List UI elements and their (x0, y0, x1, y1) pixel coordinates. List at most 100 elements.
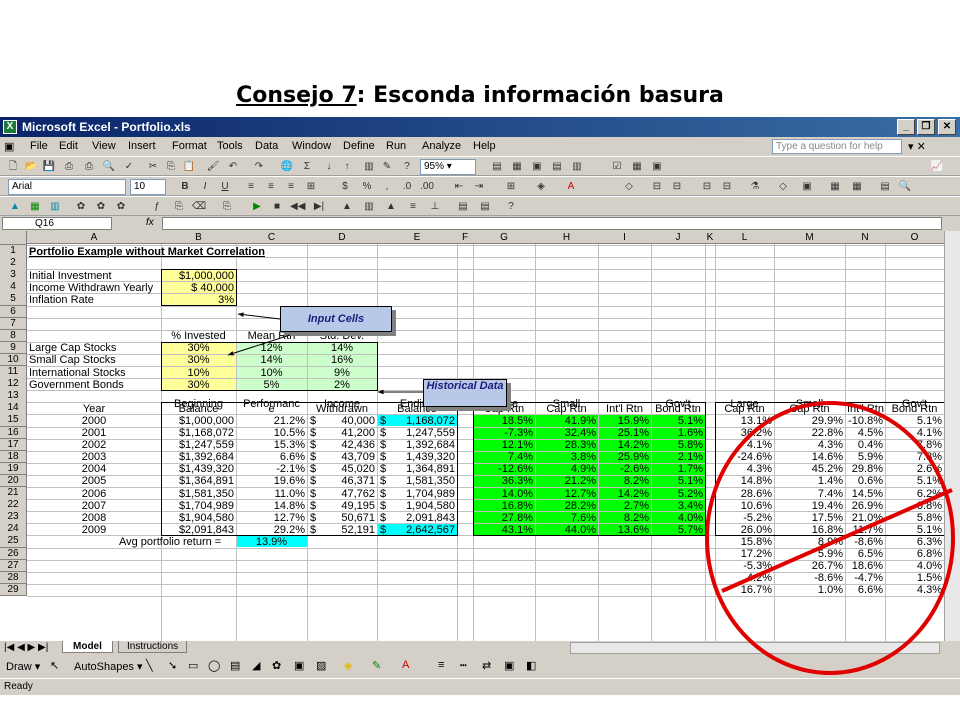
data-cell[interactable]: -12.6% (475, 463, 533, 475)
data-cell[interactable]: 21.0% (847, 512, 883, 524)
toolbar-icon-h[interactable]: 📈 (930, 160, 944, 173)
data-cell[interactable]: 10.6% (717, 500, 772, 512)
data-cell[interactable]: 29.8% (847, 463, 883, 475)
data-cell[interactable]: 14.5% (847, 488, 883, 500)
data-cell[interactable]: 25.1% (600, 427, 649, 439)
clipart-icon[interactable]: ▣ (294, 659, 304, 672)
name-box[interactable]: Q16 (2, 217, 112, 230)
data-cell[interactable]: 19.6% (238, 475, 305, 487)
data-cell[interactable]: 1,364,891 (379, 463, 455, 475)
data-cell[interactable]: 36.2% (717, 427, 772, 439)
menu-format[interactable]: Format (172, 140, 207, 152)
row-header-21[interactable]: 21 (0, 487, 27, 500)
font-size-select[interactable]: 10 (130, 179, 166, 195)
data-cell[interactable]: 41.9% (537, 415, 596, 427)
data-cell[interactable]: 2,642,567 (379, 524, 455, 536)
data-cell[interactable]: 49,195 (309, 500, 375, 512)
toolbar-icon-u[interactable]: ⎘ (220, 200, 234, 213)
row-header-23[interactable]: 23 (0, 511, 27, 524)
input-label[interactable]: Initial Investment (29, 270, 159, 282)
row-header-24[interactable]: 24 (0, 523, 27, 536)
row-header-1[interactable]: 1 (0, 245, 27, 258)
row-header-6[interactable]: 6 (0, 305, 27, 319)
data-cell[interactable]: 2006 (29, 488, 159, 500)
data-cell[interactable]: 2002 (29, 439, 159, 451)
column-header-j[interactable]: J (651, 231, 706, 244)
data-cell[interactable]: $1,247,559 (163, 439, 234, 451)
font-name-select[interactable]: Arial (8, 179, 126, 195)
avg-return-label[interactable]: Avg portfolio return = (119, 536, 345, 548)
column-header-h[interactable]: H (535, 231, 599, 244)
extra-data-cell[interactable]: 6.8% (887, 548, 942, 560)
font-color-icon[interactable]: A (564, 180, 578, 193)
doc-icon[interactable]: ▣ (4, 140, 14, 153)
data-cell[interactable]: 5.1% (653, 415, 703, 427)
column-header-g[interactable]: G (473, 231, 536, 244)
data-cell[interactable]: $2,091,843 (163, 524, 234, 536)
underline-icon[interactable]: U (218, 180, 232, 193)
column-header-i[interactable]: I (598, 231, 652, 244)
data-cell[interactable]: 2000 (29, 415, 159, 427)
dash-style-icon[interactable]: ┅ (460, 659, 467, 672)
data-cell[interactable]: 41,200 (309, 427, 375, 439)
data-cell[interactable]: 47,762 (309, 488, 375, 500)
data-cell[interactable]: 1.4% (776, 475, 843, 487)
hist-value[interactable]: 30% (163, 354, 234, 366)
data-cell[interactable]: 2005 (29, 475, 159, 487)
data-cell[interactable]: 6.2% (887, 488, 942, 500)
data-cell[interactable]: $1,000,000 (163, 415, 234, 427)
data-cell[interactable]: 27.8% (475, 512, 533, 524)
data-cell[interactable]: 2007 (29, 500, 159, 512)
oval-icon[interactable]: ◯ (208, 659, 220, 672)
rectangle-icon[interactable]: ▭ (188, 659, 198, 672)
row-header-4[interactable]: 4 (0, 281, 27, 294)
column-header-o[interactable]: O (885, 231, 945, 244)
data-cell[interactable]: 17.5% (776, 512, 843, 524)
data-cell[interactable]: 50,671 (309, 512, 375, 524)
data-cell[interactable]: 42,436 (309, 439, 375, 451)
extract-icon[interactable]: ▤ (478, 200, 492, 213)
data-cell[interactable]: 5.8% (887, 512, 942, 524)
line-style-icon[interactable]: ≡ (438, 659, 444, 671)
data-cell[interactable]: 1,581,350 (379, 475, 455, 487)
data-cell[interactable]: 3.4% (653, 500, 703, 512)
row-header-25[interactable]: 25 (0, 535, 27, 548)
data-cell[interactable]: 29.2% (238, 524, 305, 536)
data-cell[interactable]: 19.4% (776, 500, 843, 512)
data-cell[interactable]: 14.2% (600, 439, 649, 451)
header-c-line2[interactable]: e (238, 403, 305, 415)
menu-tools[interactable]: Tools (217, 140, 243, 152)
data-cell[interactable]: 5.8% (653, 439, 703, 451)
header-m-line2[interactable]: Cap Rtn (776, 403, 843, 415)
hyperlink-icon[interactable]: 🌐 (280, 160, 294, 173)
data-cell[interactable]: 1,439,320 (379, 451, 455, 463)
run-icon[interactable]: ▶ (250, 200, 264, 213)
toolbar-icon-r[interactable]: ▦ (850, 180, 864, 193)
line-icon[interactable]: ╲ (146, 659, 153, 672)
wordart-icon[interactable]: ◢ (252, 659, 260, 672)
row-header-3[interactable]: 3 (0, 269, 27, 282)
data-cell[interactable]: 32.4% (537, 427, 596, 439)
row-header-11[interactable]: 11 (0, 366, 27, 379)
data-cell[interactable]: 14.2% (600, 488, 649, 500)
cut-icon[interactable]: ✂ (146, 160, 160, 173)
column-header-e[interactable]: E (377, 231, 458, 244)
data-cell[interactable]: 1,904,580 (379, 500, 455, 512)
header-o-line2[interactable]: Bond Rtn (887, 403, 942, 415)
toolbar-icon-d[interactable]: ▥ (570, 160, 584, 173)
menu-view[interactable]: View (92, 140, 116, 152)
vertical-scrollbar[interactable] (944, 231, 960, 641)
sort-asc-icon[interactable]: ↓ (322, 160, 336, 173)
restore-button[interactable]: ❐ (917, 119, 935, 135)
data-cell[interactable]: 2.7% (600, 500, 649, 512)
data-cell[interactable]: 3.8% (537, 451, 596, 463)
data-cell[interactable]: 45,020 (309, 463, 375, 475)
data-cell[interactable]: 7.4% (776, 488, 843, 500)
data-cell[interactable]: 2.6% (887, 463, 942, 475)
menu-window[interactable]: Window (292, 140, 331, 152)
data-cell[interactable]: 14.0% (475, 488, 533, 500)
menu-help[interactable]: Help (473, 140, 496, 152)
data-cell[interactable]: 22.8% (776, 427, 843, 439)
data-cell[interactable]: 28.2% (537, 500, 596, 512)
data-cell[interactable]: 26.0% (717, 524, 772, 536)
